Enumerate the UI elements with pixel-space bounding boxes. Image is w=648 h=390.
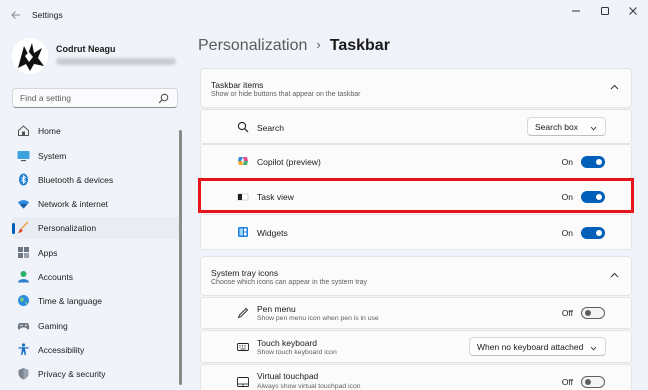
search-icon (158, 93, 169, 104)
toggle-state: Off (561, 308, 573, 318)
brush-icon (17, 221, 30, 234)
accessibility-icon (17, 343, 30, 356)
toggle-state: Off (561, 377, 573, 387)
sidebar-item-bluetooth[interactable]: Bluetooth & devices (12, 169, 180, 191)
copilot-icon (237, 155, 249, 167)
close-icon[interactable] (625, 4, 641, 18)
chevron-up-icon[interactable] (610, 271, 619, 280)
page-title: Taskbar (329, 37, 390, 54)
search-icon (237, 121, 249, 133)
sidebar-item-network[interactable]: Network & internet (12, 193, 180, 215)
sidebar-item-time-language[interactable]: Time & language (12, 290, 180, 312)
wifi-icon (17, 197, 30, 210)
profile-name: Codrut Neagu (56, 44, 116, 54)
system-icon (17, 149, 30, 162)
sidebar-item-gaming[interactable]: Gaming (12, 315, 180, 337)
sidebar-item-label: System (38, 151, 67, 161)
sidebar-item-personalization[interactable]: Personalization (12, 217, 180, 239)
row-label: Pen menu (257, 304, 296, 314)
sidebar-item-label: Gaming (38, 321, 68, 331)
accounts-icon (17, 270, 30, 283)
breadcrumb-parent[interactable]: Personalization (198, 37, 307, 54)
search-input[interactable]: Find a setting (12, 88, 178, 108)
chevron-down-icon (590, 344, 597, 351)
globe-icon (17, 294, 30, 307)
sidebar-item-privacy-security[interactable]: Privacy & security (12, 363, 180, 385)
sidebar-item-system[interactable]: System (12, 145, 180, 167)
dropdown-value: Search box (535, 122, 578, 132)
widgets-toggle[interactable] (581, 227, 605, 239)
sidebar-item-label: Time & language (38, 296, 102, 306)
tray-row-touch-keyboard: Touch keyboard Show touch keyboard icon … (200, 330, 632, 363)
row-sublabel: Show touch keyboard icon (257, 349, 337, 356)
row-label: Widgets (257, 228, 288, 238)
virtual-touchpad-toggle[interactable] (581, 376, 605, 388)
toggle-state: On (561, 228, 573, 238)
section-subtitle: Show or hide buttons that appear on the … (211, 91, 361, 98)
taskbar-row-widgets: Widgets On (200, 214, 632, 250)
pen-menu-toggle[interactable] (581, 307, 605, 319)
highlight-box (198, 178, 634, 213)
row-label: Virtual touchpad (257, 371, 319, 381)
home-icon (17, 124, 30, 137)
section-subtitle: Choose which icons can appear in the sys… (211, 279, 368, 286)
window-title: Settings (32, 10, 63, 20)
minimize-icon[interactable] (568, 4, 584, 18)
touch-keyboard-dropdown[interactable]: When no keyboard attached (469, 337, 606, 356)
row-sublabel: Always show virtual touchpad icon (257, 383, 361, 390)
sidebar-item-label: Network & internet (38, 199, 108, 209)
breadcrumb-separator: › (316, 37, 321, 52)
breadcrumb: Personalization › Taskbar (198, 37, 390, 55)
row-label: Search (257, 123, 284, 133)
pen-icon (237, 307, 249, 319)
active-indicator (12, 223, 15, 234)
toggle-state: On (561, 157, 573, 167)
sidebar-item-home[interactable]: Home (12, 120, 180, 142)
shield-icon (17, 367, 30, 380)
sidebar-item-label: Bluetooth & devices (38, 175, 114, 185)
avatar[interactable] (12, 38, 48, 74)
touchpad-icon (237, 376, 249, 388)
sidebar-item-label: Privacy & security (38, 369, 106, 379)
title-bar: Settings (0, 0, 648, 30)
gaming-icon (17, 319, 30, 332)
chevron-down-icon (590, 124, 597, 131)
tray-row-pen-menu: Pen menu Show pen menu icon when pen is … (200, 297, 632, 329)
sidebar-item-label: Accessibility (38, 345, 85, 355)
bluetooth-icon (17, 173, 30, 186)
chevron-up-icon[interactable] (610, 83, 619, 92)
maximize-icon[interactable] (597, 4, 613, 18)
sidebar-scrollbar[interactable] (179, 130, 182, 385)
taskbar-row-copilot: Copilot (preview) On (200, 144, 632, 179)
section-title: Taskbar items (211, 80, 264, 90)
search-mode-dropdown[interactable]: Search box (527, 117, 606, 136)
profile-email-redacted (56, 58, 176, 65)
system-tray-header[interactable]: System tray icons Choose which icons can… (200, 256, 632, 296)
sidebar-item-label: Apps (38, 248, 58, 258)
sidebar-item-label: Accounts (38, 272, 73, 282)
back-arrow-icon[interactable] (10, 9, 22, 21)
tray-row-virtual-touchpad: Virtual touchpad Always show virtual tou… (200, 364, 632, 390)
search-placeholder: Find a setting (20, 93, 72, 103)
widgets-icon (237, 226, 249, 238)
sidebar-item-accessibility[interactable]: Accessibility (12, 339, 180, 361)
row-label: Touch keyboard (257, 338, 318, 348)
dropdown-value: When no keyboard attached (477, 342, 584, 352)
section-title: System tray icons (211, 268, 279, 278)
taskbar-items-header[interactable]: Taskbar items Show or hide buttons that … (200, 68, 632, 108)
sidebar-item-accounts[interactable]: Accounts (12, 266, 180, 288)
apps-icon (17, 246, 30, 259)
sidebar-item-label: Personalization (38, 223, 97, 233)
sidebar-item-apps[interactable]: Apps (12, 242, 180, 264)
copilot-toggle[interactable] (581, 156, 605, 168)
keyboard-icon (237, 341, 249, 353)
taskbar-row-search: Search Search box (200, 109, 632, 144)
row-label: Copilot (preview) (257, 157, 321, 167)
sidebar-item-label: Home (38, 126, 61, 136)
row-sublabel: Show pen menu icon when pen is in use (257, 315, 379, 322)
